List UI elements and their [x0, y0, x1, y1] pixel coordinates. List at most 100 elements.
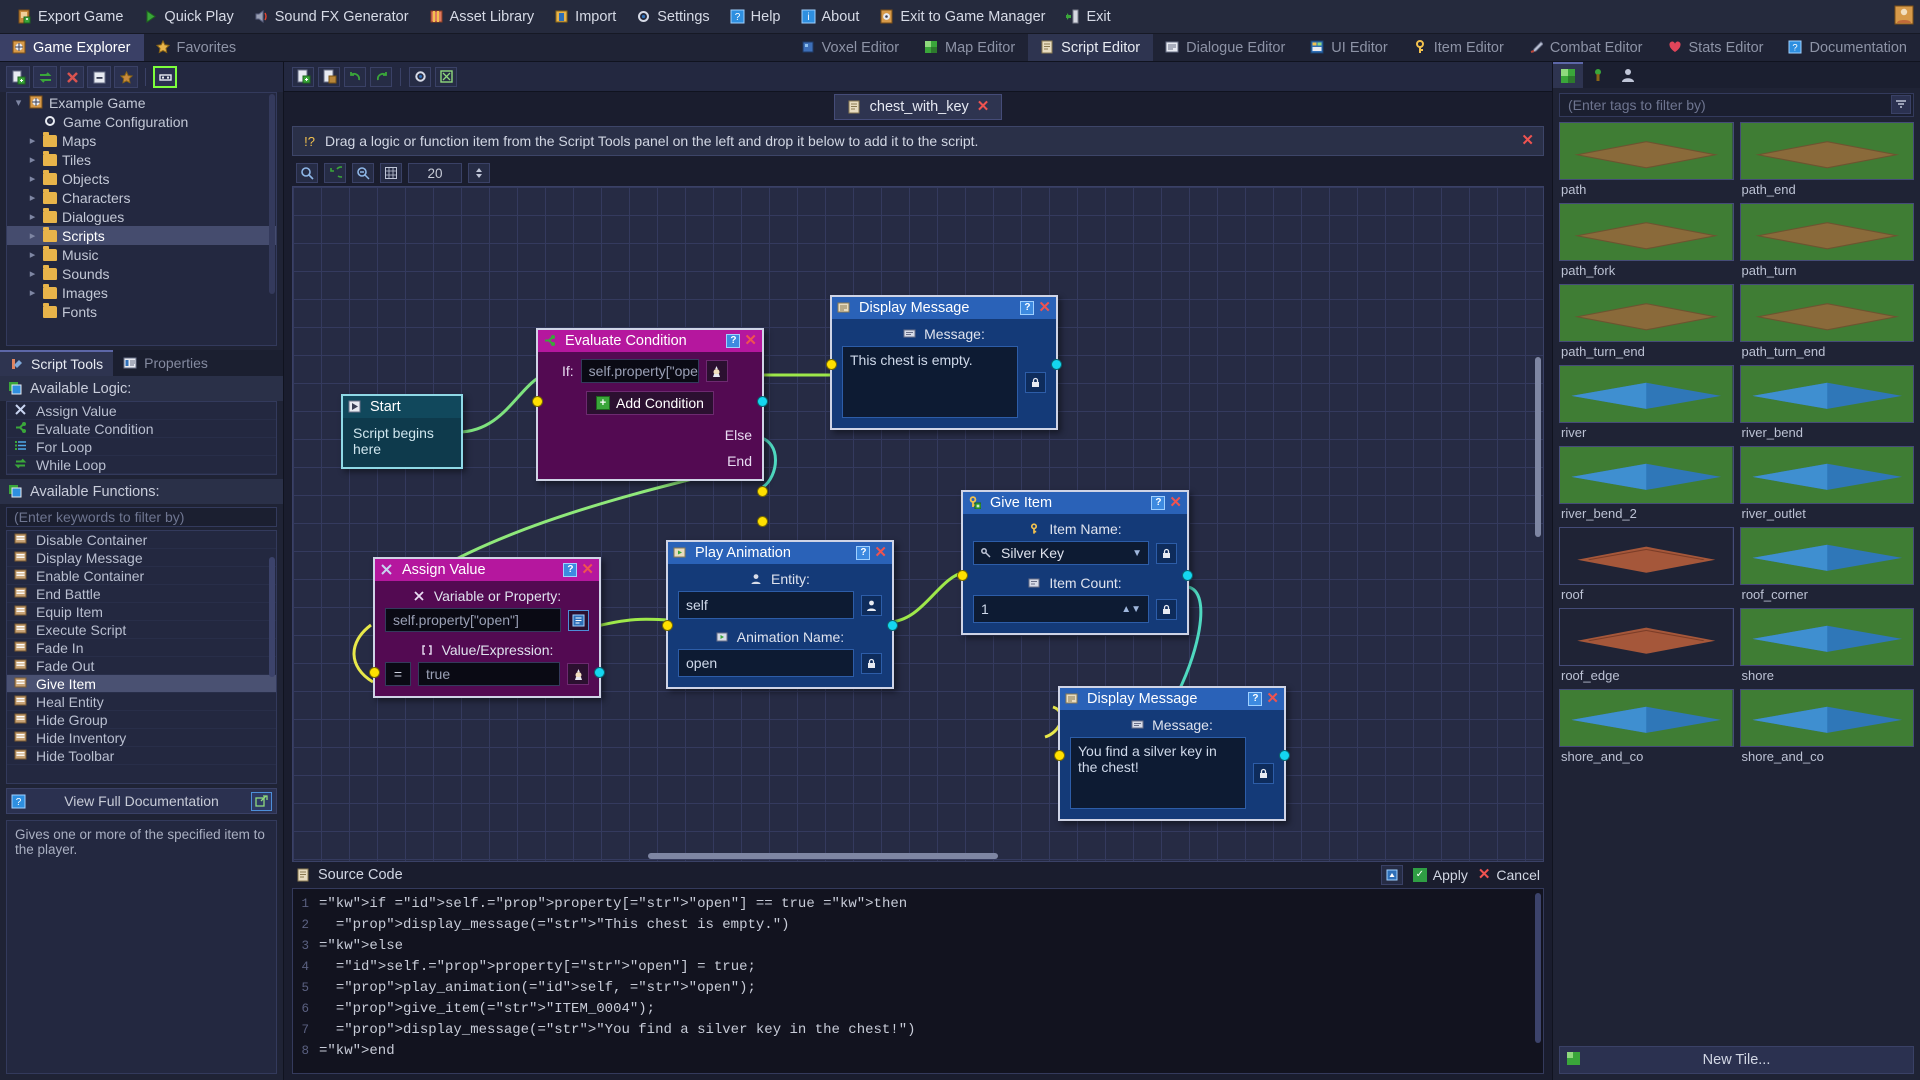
- function-item-hide-inventory[interactable]: Hide Inventory: [7, 729, 276, 747]
- close-icon[interactable]: ✕: [744, 333, 757, 348]
- grid-toggle-icon[interactable]: [380, 163, 402, 183]
- input-port[interactable]: [662, 620, 673, 631]
- tree-item-game-configuration[interactable]: Game Configuration: [7, 112, 276, 131]
- undo-button[interactable]: [344, 66, 366, 87]
- twisty-icon[interactable]: ▸: [27, 286, 38, 299]
- tile-item[interactable]: shore_and_co: [1559, 689, 1734, 764]
- output-port-true[interactable]: [757, 396, 768, 407]
- tile-item[interactable]: river_outlet: [1739, 446, 1914, 521]
- tree-item-fonts[interactable]: Fonts: [7, 302, 276, 321]
- entity-picker-icon[interactable]: [861, 594, 882, 616]
- function-item-equip-item[interactable]: Equip Item: [7, 603, 276, 621]
- output-port[interactable]: [1279, 750, 1290, 761]
- message-textarea[interactable]: This chest is empty.: [842, 346, 1018, 418]
- function-item-hide-toolbar[interactable]: Hide Toolbar: [7, 747, 276, 765]
- tree-item-tiles[interactable]: ▸ Tiles: [7, 150, 276, 169]
- menu-exit[interactable]: Exit: [1056, 5, 1119, 29]
- tile-item[interactable]: river_bend: [1739, 365, 1914, 440]
- favorite-button[interactable]: [114, 66, 138, 88]
- rename-button[interactable]: [153, 66, 177, 88]
- function-filter-input[interactable]: (Enter keywords to filter by): [6, 507, 277, 527]
- tab-documentation[interactable]: ? Documentation: [1776, 34, 1920, 61]
- variable-picker-icon[interactable]: [568, 609, 589, 631]
- grid-size-stepper[interactable]: [468, 163, 490, 183]
- node-header[interactable]: Display Message ? ✕: [832, 297, 1056, 319]
- tab-tiles[interactable]: [1553, 62, 1583, 88]
- menu-export-game[interactable]: Export Game: [8, 5, 132, 29]
- close-icon[interactable]: ✕: [1038, 300, 1051, 315]
- close-icon[interactable]: ✕: [977, 99, 990, 114]
- twisty-icon[interactable]: ▸: [27, 248, 38, 261]
- tree-item-music[interactable]: ▸ Music: [7, 245, 276, 264]
- fit-view-icon[interactable]: [352, 163, 374, 183]
- new-file-button[interactable]: [6, 66, 30, 88]
- close-icon[interactable]: ✕: [1266, 691, 1279, 706]
- input-port[interactable]: [369, 667, 380, 678]
- stepper-icon[interactable]: ▲▼: [1121, 604, 1141, 615]
- function-item-fade-in[interactable]: Fade In: [7, 639, 276, 657]
- logic-item-while-loop[interactable]: While Loop: [7, 456, 276, 474]
- grid-size-value[interactable]: 20: [408, 163, 462, 183]
- lock-icon[interactable]: [1025, 371, 1046, 393]
- tile-item[interactable]: path: [1559, 122, 1734, 197]
- node-graph-canvas[interactable]: Start Script begins here Evaluate Condit…: [292, 186, 1544, 862]
- tile-item[interactable]: path_fork: [1559, 203, 1734, 278]
- tree-scrollbar[interactable]: [269, 94, 275, 294]
- tab-favorites[interactable]: Favorites: [144, 34, 250, 61]
- input-port[interactable]: [532, 396, 543, 407]
- node-assign-value[interactable]: Assign Value ? ✕ Variable or Property: s…: [369, 557, 605, 698]
- help-icon[interactable]: ?: [1020, 301, 1035, 315]
- twisty-icon[interactable]: ▸: [27, 134, 38, 147]
- input-port[interactable]: [826, 359, 837, 370]
- node-start[interactable]: Start Script begins here: [341, 394, 463, 469]
- twisty-icon[interactable]: ▸: [27, 172, 38, 185]
- tab-stats-editor[interactable]: Stats Editor: [1656, 34, 1777, 61]
- tab-dialogue-editor[interactable]: Dialogue Editor: [1153, 34, 1298, 61]
- code-scrollbar[interactable]: [1535, 893, 1541, 1043]
- tab-ui-editor[interactable]: UI Editor: [1298, 34, 1400, 61]
- tab-combat-editor[interactable]: Combat Editor: [1517, 34, 1656, 61]
- close-icon[interactable]: ✕: [1169, 495, 1182, 510]
- new-tile-button[interactable]: New Tile...: [1559, 1046, 1914, 1074]
- menu-quick-play[interactable]: Quick Play: [134, 5, 242, 29]
- lock-icon[interactable]: [861, 652, 882, 674]
- tab-voxel-editor[interactable]: Voxel Editor: [789, 34, 912, 61]
- twisty-icon[interactable]: ▸: [27, 229, 38, 242]
- output-port[interactable]: [594, 667, 605, 678]
- zoom-icon[interactable]: [296, 163, 318, 183]
- game-explorer-tree[interactable]: ▾ Example Game Game Configuration ▸ Maps ▸ Til…: [6, 92, 277, 346]
- tile-item[interactable]: shore: [1739, 608, 1914, 683]
- delete-button[interactable]: [60, 66, 84, 88]
- close-icon[interactable]: ✕: [1521, 133, 1534, 148]
- collapse-button[interactable]: [87, 66, 111, 88]
- menu-sound-fx-generator[interactable]: Sound FX Generator: [245, 5, 418, 29]
- node-header[interactable]: Assign Value ? ✕: [375, 559, 599, 581]
- reset-view-icon[interactable]: [324, 163, 346, 183]
- wizard-icon[interactable]: [567, 663, 589, 685]
- tree-item-dialogues[interactable]: ▸ Dialogues: [7, 207, 276, 226]
- output-port[interactable]: [1182, 570, 1193, 581]
- tree-item-images[interactable]: ▸ Images: [7, 283, 276, 302]
- add-condition-button[interactable]: + Add Condition: [586, 391, 714, 415]
- twisty-icon[interactable]: ▸: [27, 191, 38, 204]
- tab-item-editor[interactable]: Item Editor: [1401, 34, 1517, 61]
- value-input[interactable]: true: [418, 662, 560, 686]
- output-port-end[interactable]: [757, 516, 768, 527]
- menu-settings[interactable]: Settings: [627, 5, 718, 29]
- clear-script-button[interactable]: [435, 66, 457, 87]
- function-item-disable-container[interactable]: Disable Container: [7, 531, 276, 549]
- function-item-display-message[interactable]: Display Message: [7, 549, 276, 567]
- tile-item[interactable]: path_turn_end: [1739, 284, 1914, 359]
- function-item-end-battle[interactable]: End Battle: [7, 585, 276, 603]
- help-icon[interactable]: ?: [1248, 692, 1263, 706]
- tree-item-maps[interactable]: ▸ Maps: [7, 131, 276, 150]
- regenerate-code-button[interactable]: [1380, 865, 1403, 885]
- logic-item-assign-value[interactable]: Assign Value: [7, 402, 276, 420]
- node-play-animation[interactable]: Play Animation ? ✕ Entity: self Animatio…: [662, 540, 898, 689]
- logic-item-for-loop[interactable]: For Loop: [7, 438, 276, 456]
- functions-scrollbar[interactable]: [269, 557, 275, 677]
- tree-item-objects[interactable]: ▸ Objects: [7, 169, 276, 188]
- tile-filter-input[interactable]: (Enter tags to filter by): [1559, 93, 1914, 117]
- node-header[interactable]: Display Message ? ✕: [1060, 688, 1284, 710]
- function-item-execute-script[interactable]: Execute Script: [7, 621, 276, 639]
